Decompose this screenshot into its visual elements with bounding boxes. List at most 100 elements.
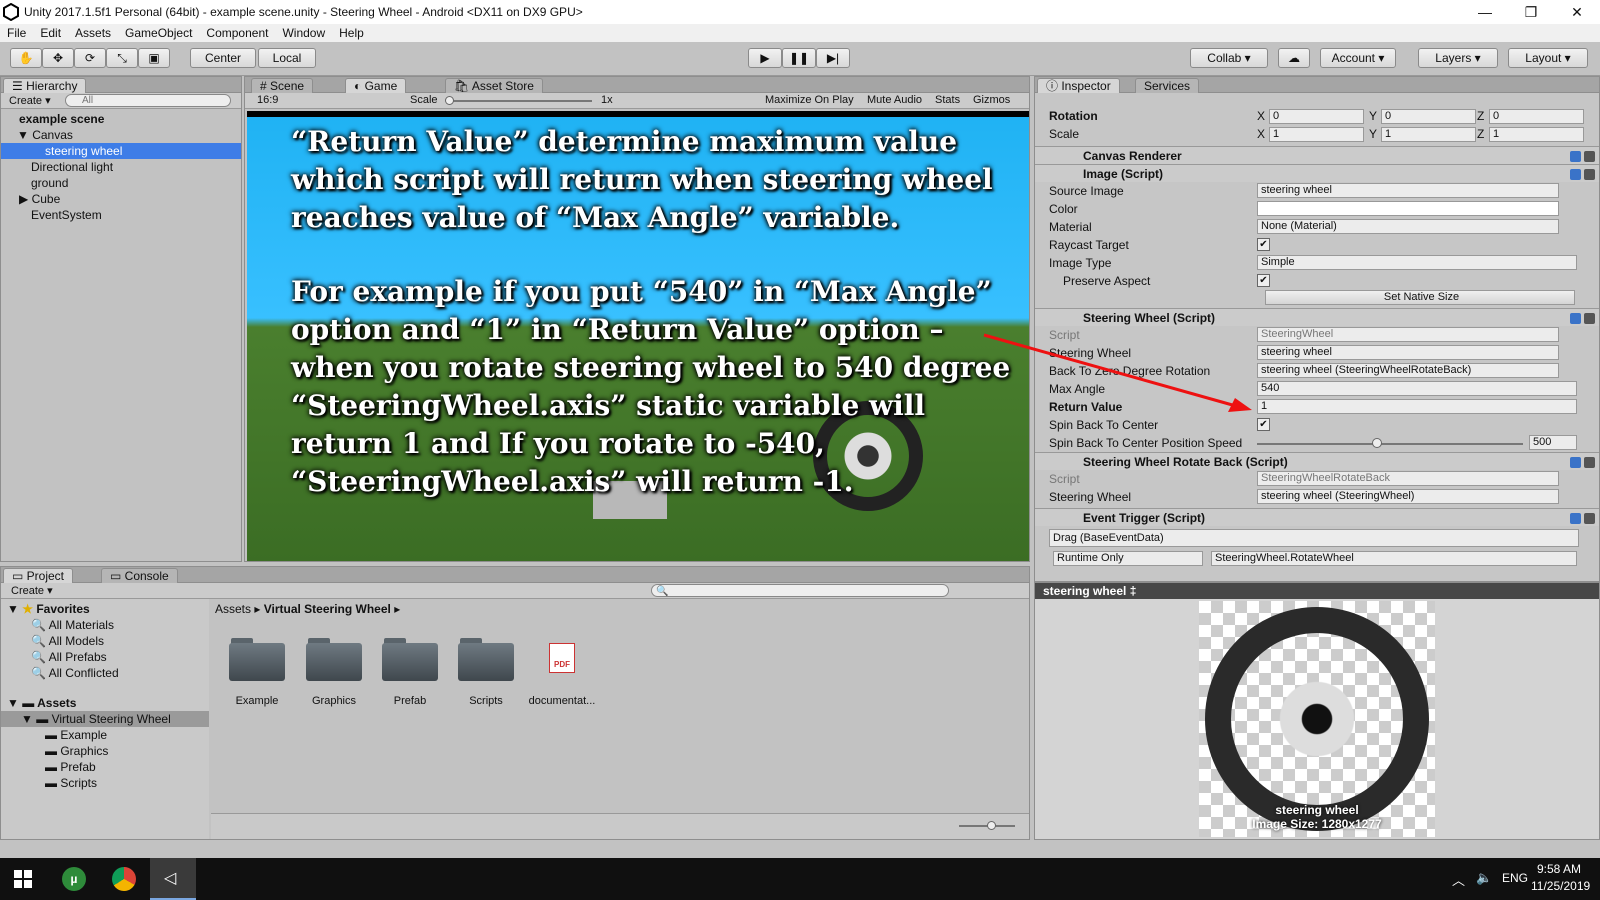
hierarchy-search-input[interactable] xyxy=(65,94,231,107)
scale-tool-button[interactable]: ⤡ xyxy=(106,48,138,68)
asset-folder-example[interactable] xyxy=(229,637,285,681)
tab-game[interactable]: ◐ Game xyxy=(345,78,407,93)
fav-all-conflicted[interactable]: 🔍 All Conflicted xyxy=(1,665,209,681)
pause-button[interactable]: ❚❚ xyxy=(782,48,816,68)
windows-start-icon[interactable] xyxy=(14,870,32,888)
scale-slider[interactable] xyxy=(447,100,592,102)
close-button[interactable]: ✕ xyxy=(1554,0,1600,24)
project-create-button[interactable]: Create ▾ xyxy=(11,584,53,597)
menu-window[interactable]: Window xyxy=(275,26,332,40)
fav-all-materials[interactable]: 🔍 All Materials xyxy=(1,617,209,633)
rect-tool-button[interactable]: ▣ xyxy=(138,48,170,68)
et-settings-icon[interactable] xyxy=(1567,511,1597,525)
image-type-dropdown[interactable]: Simple xyxy=(1257,255,1577,270)
menu-assets[interactable]: Assets xyxy=(68,26,118,40)
rotate-tool-button[interactable]: ⟳ xyxy=(74,48,106,68)
vsw-node[interactable]: ▼ ▬ Virtual Steering Wheel xyxy=(1,711,209,727)
menu-file[interactable]: File xyxy=(0,26,33,40)
tab-console[interactable]: ▭ Console xyxy=(101,568,178,583)
folder-graphics[interactable]: ▬ Graphics xyxy=(1,743,209,759)
chrome-icon[interactable] xyxy=(112,867,136,891)
gizmos-dropdown[interactable]: Gizmos xyxy=(973,94,1010,106)
pivot-center-button[interactable]: Center xyxy=(190,48,256,68)
steering-wheel-script-header[interactable]: Steering Wheel (Script) xyxy=(1035,308,1599,326)
rotation-z-field[interactable]: 0 xyxy=(1489,109,1584,124)
scale-y-field[interactable]: 1 xyxy=(1381,127,1476,142)
pdf-icon[interactable]: PDF xyxy=(549,643,575,673)
canvas-renderer-header[interactable]: Canvas Renderer xyxy=(1035,146,1599,164)
stats-toggle[interactable]: Stats xyxy=(935,94,960,106)
rotation-y-field[interactable]: 0 xyxy=(1381,109,1476,124)
source-image-field[interactable]: steering wheel xyxy=(1257,183,1559,198)
icon-size-slider-handle[interactable] xyxy=(987,821,996,830)
breadcrumb-assets[interactable]: Assets xyxy=(215,602,251,616)
raycast-checkbox[interactable]: ✔ xyxy=(1257,238,1270,251)
asset-folder-prefab[interactable] xyxy=(382,637,438,681)
tree-item-canvas[interactable]: ▼ Canvas xyxy=(1,127,241,143)
layout-dropdown[interactable]: Layout ▾ xyxy=(1508,48,1588,68)
hand-tool-button[interactable]: ✋ xyxy=(10,48,42,68)
tab-project[interactable]: ▭ Project xyxy=(3,568,74,583)
menu-gameobject[interactable]: GameObject xyxy=(118,26,199,40)
scale-x-field[interactable]: 1 xyxy=(1269,127,1364,142)
asset-folder-graphics[interactable] xyxy=(306,637,362,681)
hierarchy-create-button[interactable]: Create ▾ xyxy=(9,94,51,107)
tree-item-eventsystem[interactable]: EventSystem xyxy=(1,207,241,223)
aspect-dropdown[interactable]: 16:9 xyxy=(257,94,407,106)
steering-wheel-field[interactable]: steering wheel xyxy=(1257,345,1559,360)
fav-all-models[interactable]: 🔍 All Models xyxy=(1,633,209,649)
clock-date[interactable]: 11/25/2019 xyxy=(1531,879,1590,893)
language-indicator[interactable]: ENG xyxy=(1502,871,1528,885)
material-field[interactable]: None (Material) xyxy=(1257,219,1559,234)
breadcrumb-vsw[interactable]: Virtual Steering Wheel xyxy=(264,602,391,616)
spin-speed-slider[interactable] xyxy=(1257,443,1523,445)
fav-all-prefabs[interactable]: 🔍 All Prefabs xyxy=(1,649,209,665)
pivot-local-button[interactable]: Local xyxy=(258,48,316,68)
folder-prefab[interactable]: ▬ Prefab xyxy=(1,759,209,775)
folder-scripts[interactable]: ▬ Scripts xyxy=(1,775,209,791)
utorrent-icon[interactable]: µ xyxy=(62,867,86,891)
max-angle-field[interactable]: 540 xyxy=(1257,381,1577,396)
tree-item-ground[interactable]: ground xyxy=(1,175,241,191)
scale-slider-handle[interactable] xyxy=(445,96,454,105)
rb-steering-wheel-field[interactable]: steering wheel (SteeringWheel) xyxy=(1257,489,1559,504)
menu-edit[interactable]: Edit xyxy=(33,26,68,40)
volume-icon[interactable]: 🔈 xyxy=(1476,870,1492,886)
spin-speed-slider-handle[interactable] xyxy=(1372,438,1382,448)
runtime-dropdown[interactable]: Runtime Only xyxy=(1053,551,1203,566)
collab-button[interactable]: Collab ▾ xyxy=(1190,48,1268,68)
folder-example[interactable]: ▬ Example xyxy=(1,727,209,743)
cloud-button[interactable]: ☁ xyxy=(1278,48,1310,68)
scene-root[interactable]: example scene xyxy=(1,111,241,127)
game-view[interactable]: “Return Value” determine maximum value w… xyxy=(247,111,1029,561)
rb-settings-icon[interactable] xyxy=(1567,455,1597,469)
tab-inspector[interactable]: ⓘ Inspector xyxy=(1037,78,1120,93)
preview-title[interactable]: steering wheel ‡ xyxy=(1035,583,1599,599)
maximize-on-play-toggle[interactable]: Maximize On Play xyxy=(765,94,854,106)
move-tool-button[interactable]: ✥ xyxy=(42,48,74,68)
sw-settings-icon[interactable] xyxy=(1567,311,1597,325)
set-native-size-button[interactable]: Set Native Size xyxy=(1265,290,1575,305)
tab-scene[interactable]: # Scene xyxy=(251,78,314,93)
account-dropdown[interactable]: Account ▾ xyxy=(1320,48,1396,68)
image-script-header[interactable]: Image (Script) xyxy=(1035,164,1599,182)
menu-help[interactable]: Help xyxy=(332,26,371,40)
clock-time[interactable]: 9:58 AM xyxy=(1537,862,1581,876)
color-field[interactable] xyxy=(1257,201,1559,216)
spin-back-checkbox[interactable]: ✔ xyxy=(1257,418,1270,431)
component-help-icon[interactable] xyxy=(1567,149,1597,163)
tab-hierarchy[interactable]: ☰ Hierarchy xyxy=(3,78,87,93)
favorites-node[interactable]: ▼ ★ Favorites xyxy=(1,601,209,617)
layers-dropdown[interactable]: Layers ▾ xyxy=(1418,48,1498,68)
preserve-checkbox[interactable]: ✔ xyxy=(1257,274,1270,287)
scale-z-field[interactable]: 1 xyxy=(1489,127,1584,142)
back-to-zero-field[interactable]: steering wheel (SteeringWheelRotateBack) xyxy=(1257,363,1559,378)
tree-item-directional-light[interactable]: Directional light xyxy=(1,159,241,175)
event-trigger-header[interactable]: Event Trigger (Script) xyxy=(1035,508,1599,526)
asset-folder-scripts[interactable] xyxy=(458,637,514,681)
tree-item-cube[interactable]: ▶ Cube xyxy=(1,191,241,207)
image-settings-icon[interactable] xyxy=(1567,167,1597,181)
spin-speed-field[interactable]: 500 xyxy=(1529,435,1577,450)
rotate-back-script-header[interactable]: Steering Wheel Rotate Back (Script) xyxy=(1035,452,1599,470)
tab-services[interactable]: Services xyxy=(1135,78,1200,93)
